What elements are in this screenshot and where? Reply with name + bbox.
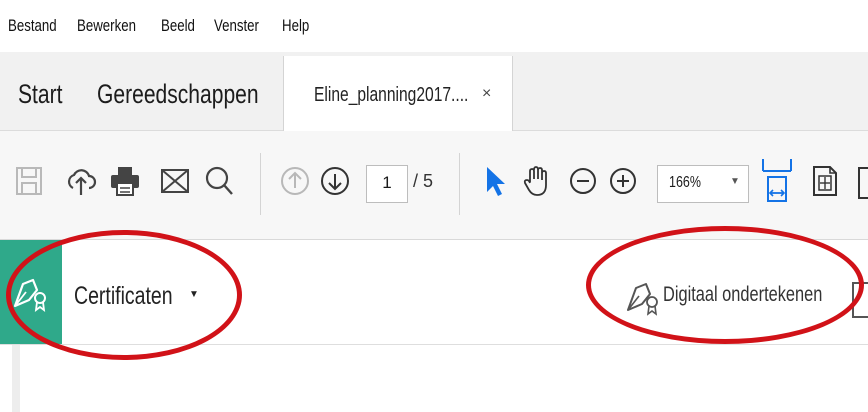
- tab-document[interactable]: Eline_planning2017.... ×: [283, 56, 513, 131]
- tab-start[interactable]: Start: [18, 79, 62, 110]
- annotation-circle-certificates: [6, 230, 242, 360]
- menu-help[interactable]: Help: [282, 16, 309, 36]
- menu-bar: Bestand Bewerken Beeld Venster Help: [0, 0, 868, 52]
- print-icon[interactable]: [108, 164, 142, 198]
- zoom-in-icon[interactable]: [606, 164, 640, 198]
- annotation-circle-digital-sign: [586, 226, 864, 344]
- mail-icon[interactable]: [158, 164, 192, 198]
- zoom-out-icon[interactable]: [566, 164, 600, 198]
- menu-bestand[interactable]: Bestand: [8, 16, 57, 36]
- search-icon[interactable]: [202, 164, 236, 198]
- zoom-select[interactable]: 166% ▼: [657, 165, 749, 203]
- chevron-down-icon: ▼: [730, 176, 740, 187]
- select-cursor-icon[interactable]: [478, 164, 512, 198]
- hand-icon[interactable]: [520, 164, 554, 198]
- page-down-icon[interactable]: [318, 164, 352, 198]
- more-tools-icon[interactable]: [858, 167, 868, 199]
- tab-tools[interactable]: Gereedschappen: [97, 79, 259, 110]
- toolbar-separator: [459, 153, 460, 215]
- page-total: / 5: [413, 171, 434, 191]
- menu-beeld[interactable]: Beeld: [161, 16, 195, 36]
- page-number-input[interactable]: 1: [366, 165, 408, 203]
- document-tab-label: Eline_planning2017....: [314, 84, 469, 106]
- fit-width-icon[interactable]: [760, 155, 794, 207]
- menu-venster[interactable]: Venster: [214, 16, 259, 36]
- cloud-upload-icon[interactable]: [64, 164, 98, 198]
- save-icon[interactable]: [12, 164, 46, 198]
- left-panel-edge: [12, 345, 20, 412]
- page-number-value: 1: [382, 173, 392, 192]
- zoom-value: 166%: [669, 174, 701, 191]
- page-up-icon[interactable]: [278, 164, 312, 198]
- toolbar-separator: [260, 153, 261, 215]
- close-tab-icon[interactable]: ×: [482, 85, 491, 103]
- menu-bewerken[interactable]: Bewerken: [77, 16, 136, 36]
- scroll-mode-icon[interactable]: [808, 164, 842, 198]
- toolbar: 1 / 5 166% ▼: [0, 131, 868, 240]
